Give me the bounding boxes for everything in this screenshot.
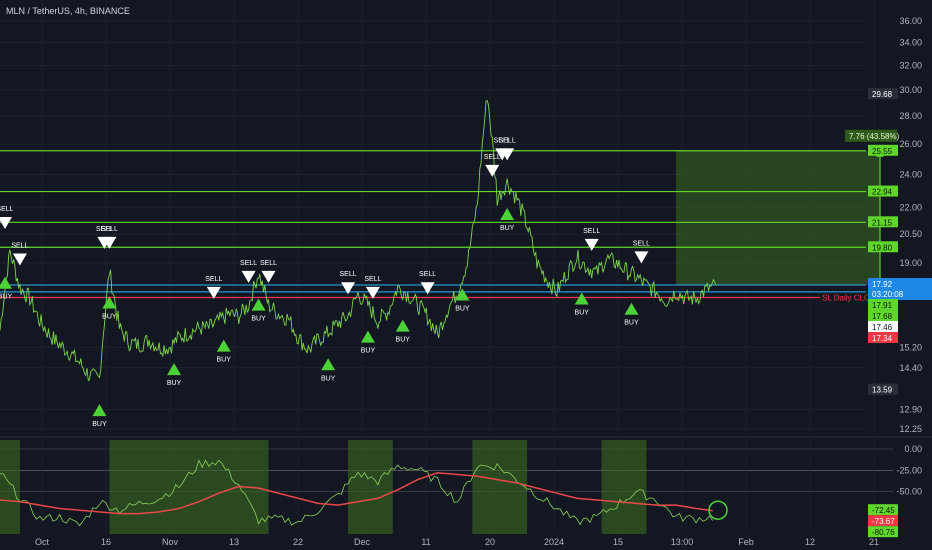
time-tick-label: 2024 bbox=[544, 537, 564, 547]
buy-label: BUY bbox=[167, 380, 182, 387]
buy-label: BUY bbox=[624, 320, 639, 327]
osc-value-tag: -80.76 bbox=[872, 528, 895, 537]
high-value: 29.68 bbox=[872, 90, 893, 99]
buy-label: BUY bbox=[0, 294, 12, 301]
price-tick-label: 14.40 bbox=[899, 363, 922, 373]
countdown: 03:20:08 bbox=[872, 290, 904, 299]
time-tick-label: 21 bbox=[869, 537, 879, 547]
buy-label: BUY bbox=[361, 348, 376, 355]
buy-label: BUY bbox=[500, 225, 515, 232]
sell-label: SELL bbox=[419, 271, 436, 278]
buy-label: BUY bbox=[92, 421, 107, 428]
osc-tick-label: -25.00 bbox=[896, 465, 922, 475]
sell-label: SELL bbox=[633, 240, 650, 247]
price-tick-label: 12.25 bbox=[899, 424, 922, 434]
sell-label: SELL bbox=[11, 243, 28, 250]
price-tick-label: 34.00 bbox=[899, 38, 922, 48]
time-tick-label: 12 bbox=[805, 537, 815, 547]
extra-price-tag: 17.46 bbox=[872, 323, 893, 332]
price-tick-label: 24.00 bbox=[899, 169, 922, 179]
price-tick-label: 26.00 bbox=[899, 139, 922, 149]
sell-label: SELL bbox=[499, 137, 516, 144]
extra-price-tag: 17.34 bbox=[872, 334, 893, 343]
buy-label: BUY bbox=[102, 314, 117, 321]
price-tick-label: 22.00 bbox=[899, 202, 922, 212]
sell-label: SELL bbox=[339, 271, 356, 278]
price-tick-label: 30.00 bbox=[899, 85, 922, 95]
extra-price-tag: 17.91 bbox=[872, 301, 893, 310]
time-tick-label: 15 bbox=[613, 537, 623, 547]
sell-label: SELL bbox=[0, 206, 14, 213]
target-label: 7.76 (43.58%) bbox=[849, 132, 900, 141]
time-tick-label: 13:00 bbox=[671, 537, 694, 547]
price-tick-label: 20.50 bbox=[899, 229, 922, 239]
time-tick-label: 13 bbox=[229, 537, 239, 547]
price-tick-label: 36.00 bbox=[899, 16, 922, 26]
buy-label: BUY bbox=[251, 316, 266, 323]
buy-label: BUY bbox=[396, 337, 411, 344]
osc-zone bbox=[472, 440, 528, 534]
time-tick-label: 22 bbox=[293, 537, 303, 547]
osc-tick-label: -50.00 bbox=[896, 487, 922, 497]
osc-zone bbox=[601, 440, 647, 534]
time-tick-label: 16 bbox=[101, 537, 111, 547]
time-tick-label: Nov bbox=[162, 537, 179, 547]
sell-label: SELL bbox=[583, 228, 600, 235]
sell-label: SELL bbox=[364, 276, 381, 283]
chart-canvas[interactable]: SL Daily CLOSE7.76 (43.58%) SELLBUYSELLS… bbox=[0, 0, 932, 550]
time-tick-label: Feb bbox=[738, 537, 754, 547]
time-tick-label: 11 bbox=[421, 537, 430, 547]
buy-label: BUY bbox=[575, 309, 590, 316]
osc-zone bbox=[0, 440, 20, 534]
price-tick-label: 12.90 bbox=[899, 404, 922, 414]
sell-label: SELL bbox=[260, 260, 277, 267]
level-tag: 21.15 bbox=[872, 218, 893, 227]
level-tag: 25.55 bbox=[872, 147, 893, 156]
extra-price-tag: 17.68 bbox=[872, 312, 893, 321]
osc-value-tag: -73.67 bbox=[872, 517, 895, 526]
price-tick-label: 15.20 bbox=[899, 342, 922, 352]
time-tick-label: Oct bbox=[35, 537, 50, 547]
buy-label: BUY bbox=[455, 305, 470, 312]
buy-label: BUY bbox=[321, 375, 336, 382]
low-value: 13.59 bbox=[872, 386, 893, 395]
sell-label: SELL bbox=[205, 276, 222, 283]
sell-label: SELL bbox=[101, 226, 118, 233]
price-tick-label: 28.00 bbox=[899, 111, 922, 121]
osc-zone bbox=[348, 440, 393, 534]
level-tag: 19.80 bbox=[872, 243, 893, 252]
level-tag: 22.94 bbox=[872, 188, 893, 197]
price-tick-label: 32.00 bbox=[899, 61, 922, 71]
target-zone bbox=[676, 150, 880, 286]
sell-label: SELL bbox=[484, 154, 501, 161]
osc-value-tag: -72.45 bbox=[872, 506, 895, 515]
price-tick-label: 19.00 bbox=[899, 258, 922, 268]
osc-tick-label: 0.00 bbox=[904, 444, 922, 454]
sell-label: SELL bbox=[240, 260, 257, 267]
buy-label: BUY bbox=[217, 357, 232, 364]
time-tick-label: Dec bbox=[354, 537, 371, 547]
last-price: 17.92 bbox=[872, 280, 893, 289]
chart-title: MLN / TetherUS, 4h, BINANCE bbox=[6, 6, 130, 16]
time-tick-label: 20 bbox=[485, 537, 495, 547]
